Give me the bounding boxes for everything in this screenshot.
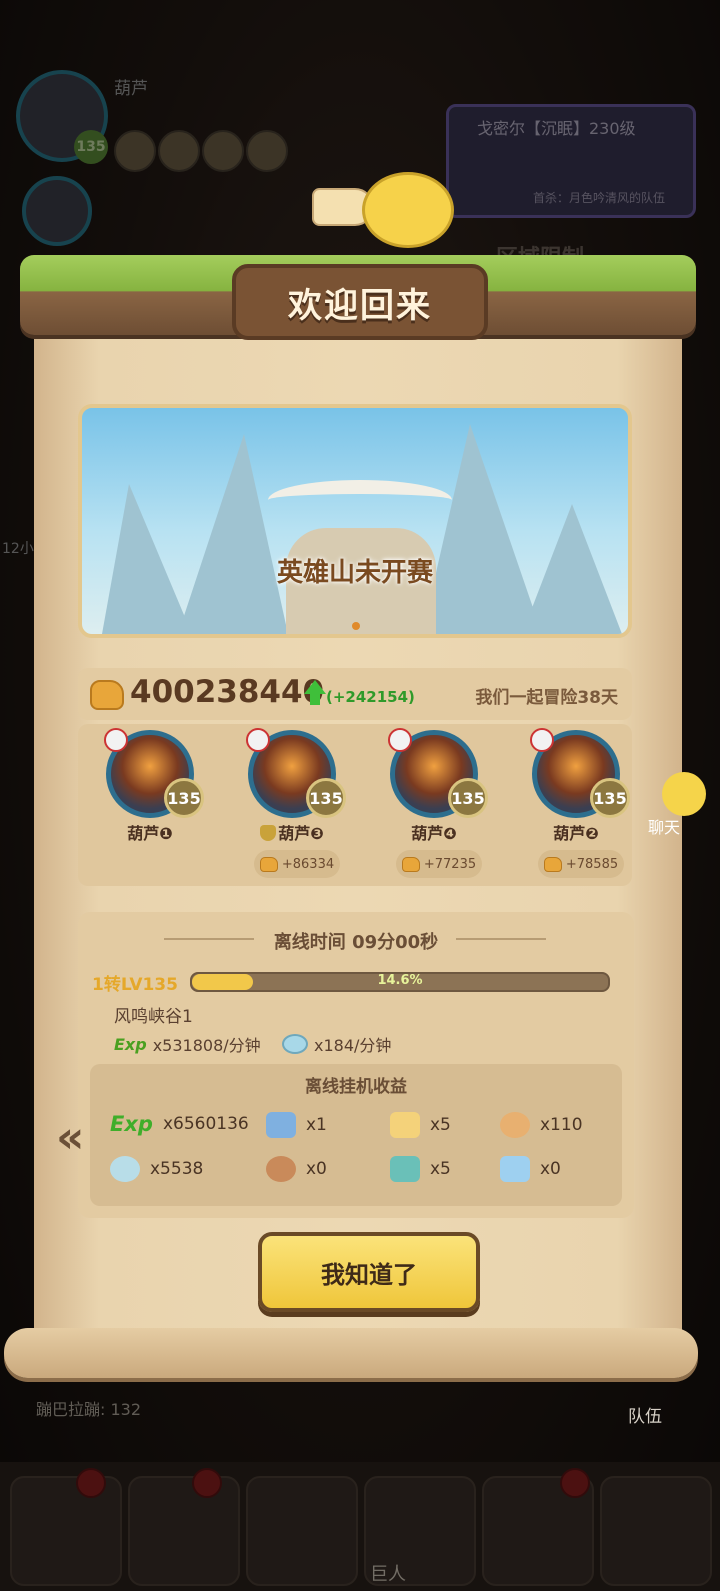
power-up-arrow-stem [310,693,320,705]
hero-power-gain: +78585 [538,850,624,878]
hero-class-badge-icon [104,728,128,752]
hero-gain-value: +77235 [423,856,477,872]
rewards-title: 离线挂机收益 [305,1077,407,1097]
power-row: 400238440 (+242154) 我们一起冒险38天 [78,668,632,720]
reward-item[interactable]: x5 [390,1156,451,1182]
reward-value: x0 [306,1159,327,1179]
power-value: 400238440 [130,674,325,710]
hero-mountain-banner[interactable]: 英雄山未开赛 [78,404,632,638]
crystal-rate-value: x184/分钟 [314,1036,392,1055]
meat-icon [266,1156,296,1182]
chat-face-icon [662,772,706,816]
reward-item[interactable]: x5 [390,1112,451,1138]
power-delta: (+242154) [326,688,415,706]
hero-card[interactable]: 135 葫芦❷ +78585 [516,724,654,886]
horns-icon [268,480,452,520]
ice-shard-icon [500,1156,530,1182]
hero-class-badge-icon [246,728,270,752]
hero-card[interactable]: 135 葫芦❶ [90,724,228,886]
reward-value: x1 [306,1115,327,1135]
scroll-bottom-rod [4,1328,698,1378]
collapse-chevron-icon[interactable]: « [56,1112,84,1163]
reward-value: x110 [540,1115,583,1135]
reward-value: x6560136 [162,1114,249,1134]
reward-value: x5 [430,1159,451,1179]
rank-shield-icon [260,825,277,841]
exp-icon: Exp [114,1034,147,1054]
mountain-left-2 [178,434,288,634]
hero-name: 葫芦❸ [278,824,324,843]
hero-name-row: 葫芦❸ [232,820,352,844]
power-fist-icon [90,680,124,710]
scroll-icon [266,1112,296,1138]
exp-icon: Exp [110,1112,153,1136]
offline-rewards: 离线挂机收益 Exp x6560136 x1 x5 x110 x5538 x0 … [90,1064,622,1206]
reward-item[interactable]: x0 [266,1156,327,1182]
exp-rate-value: x531808/分钟 [152,1036,261,1055]
mountain-right [422,424,542,634]
level-label: 1转LV135 [92,975,178,995]
hero-name: 葫芦❹ [411,824,457,843]
chat-button[interactable]: 聊天 [640,772,708,837]
team-button[interactable]: 队伍 [614,1382,680,1430]
power-fist-icon [543,856,562,872]
hero-level-badge: 135 [306,778,346,818]
hero-class-badge-icon [530,728,554,752]
reward-value: x5 [430,1115,451,1135]
hero-level-badge: 135 [590,778,630,818]
gem-icon [390,1156,420,1182]
banner-page-dot [352,622,360,630]
power-fist-icon [259,856,278,872]
reward-item[interactable]: x1 [266,1112,327,1138]
hero-gain-value: +86334 [281,856,335,872]
offline-section: 离线时间 09分00秒 1转LV135 14.6% 风鸣峡谷1 Exp x531… [78,912,634,1218]
medal-icon [500,1112,530,1138]
hero-gain-value: +78585 [565,856,619,872]
dialog-title: 欢迎回来 [232,264,488,340]
hero-list: 135 葫芦❶ 135 葫芦❸ +86334 135 葫芦❹ +77235 13… [78,724,632,886]
crystal-rate: x184/分钟 [282,1032,391,1056]
offline-time: 离线时间 09分00秒 [273,932,439,953]
reward-value: x5538 [150,1159,204,1179]
exp-rate: Exp x531808/分钟 [114,1032,261,1056]
hero-name: 葫芦❶ [127,824,173,843]
confirm-button[interactable]: 我知道了 [258,1232,480,1312]
reward-item[interactable]: x0 [500,1156,561,1182]
exp-progress-text: 14.6% [377,973,423,988]
reward-item[interactable]: x110 [500,1112,583,1138]
crystal-icon [110,1156,140,1182]
hero-power-gain: +77235 [396,850,482,878]
crystal-icon [282,1034,308,1054]
hero-name: 葫芦❷ [553,824,599,843]
reward-value: x0 [540,1159,561,1179]
chat-label: 聊天 [648,818,681,837]
power-up-arrow-icon [304,680,326,694]
reward-item[interactable]: x5538 [110,1156,203,1182]
hero-class-badge-icon [388,728,412,752]
power-fist-icon [401,856,420,872]
map-name: 风鸣峡谷1 [114,1007,193,1027]
hero-card[interactable]: 135 葫芦❹ +77235 [374,724,512,886]
banner-text: 英雄山未开赛 [276,558,433,588]
hero-level-badge: 135 [448,778,488,818]
hero-level-badge: 135 [164,778,204,818]
exp-progress-bar: 14.6% [190,972,610,992]
adventure-days: 我们一起冒险38天 [475,688,618,708]
reward-item[interactable]: Exp x6560136 [110,1112,249,1136]
hero-power-gain: +86334 [254,850,340,878]
team-label: 队伍 [628,1407,662,1427]
fire-stone-icon [390,1112,420,1138]
mascot-icon [362,172,454,248]
hero-card[interactable]: 135 葫芦❸ +86334 [232,724,370,886]
